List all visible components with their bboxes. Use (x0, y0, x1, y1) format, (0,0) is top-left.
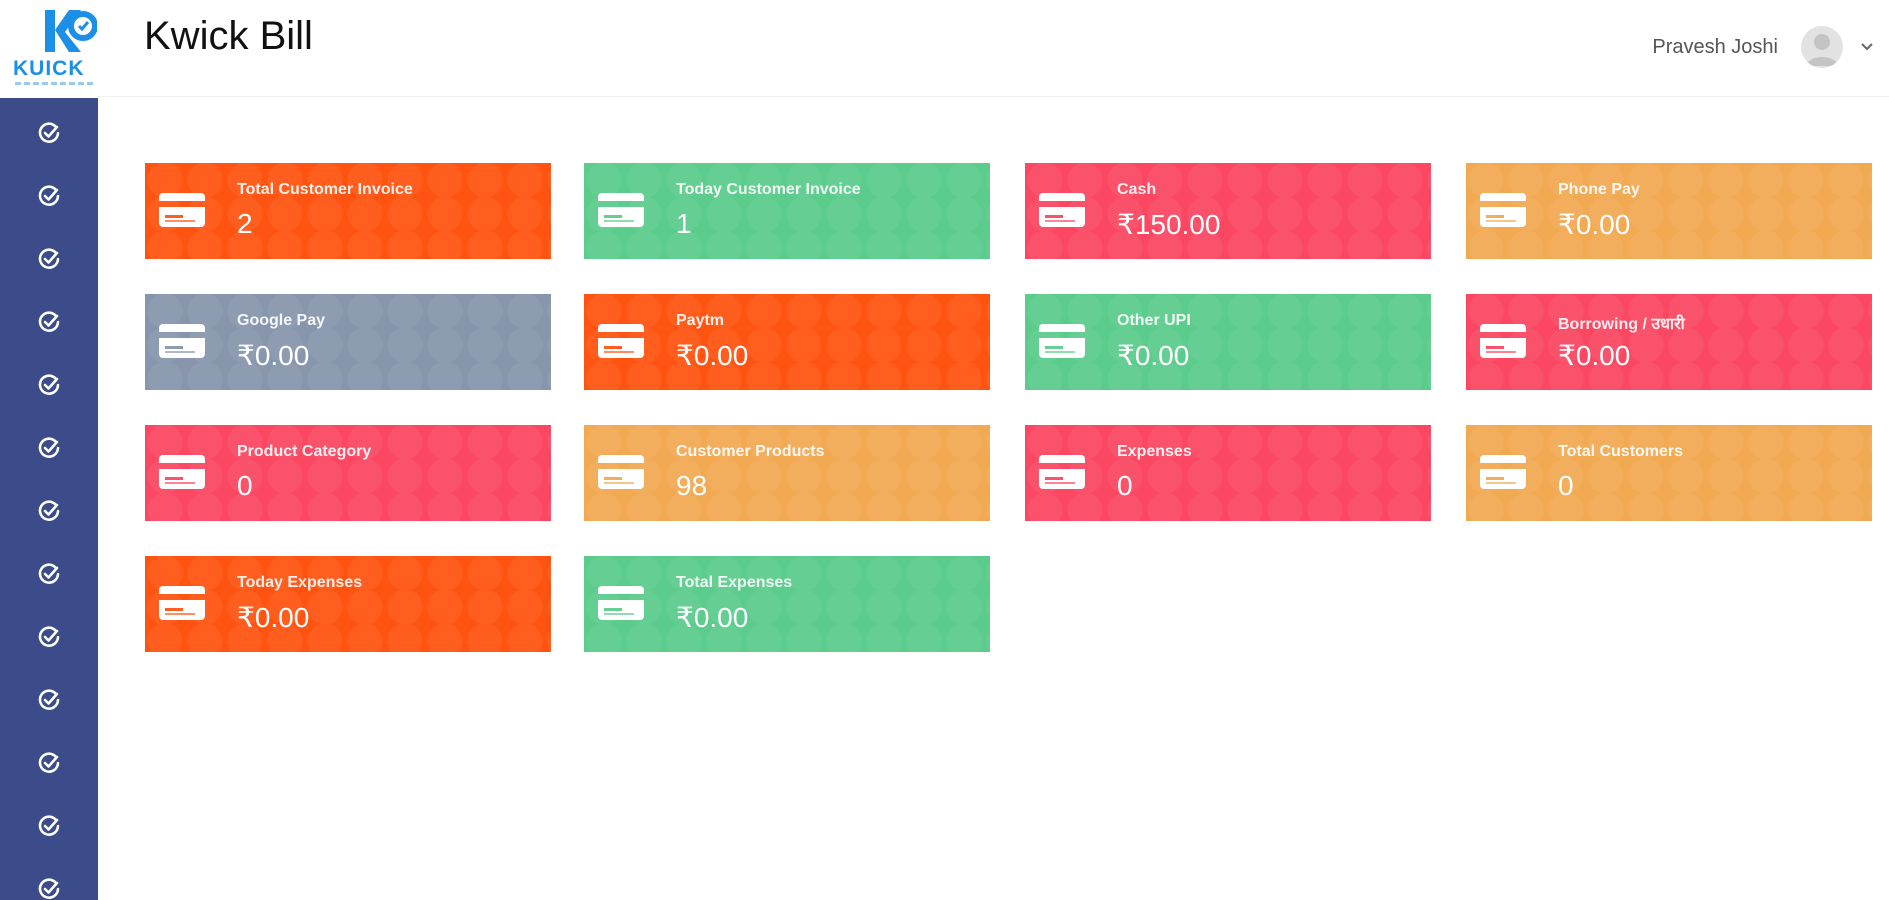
stat-card-label: Google Pay (237, 312, 326, 329)
stat-card[interactable]: Paytm ₹0.00 (584, 294, 990, 390)
sidebar (0, 98, 98, 900)
logo-tagline (15, 82, 93, 85)
stat-card[interactable]: Google Pay ₹0.00 (145, 294, 551, 390)
sidebar-item[interactable] (0, 677, 98, 723)
credit-card-icon (598, 455, 644, 489)
check-circle-icon (38, 563, 60, 584)
stat-card[interactable]: Customer Products 98 (584, 425, 990, 521)
credit-card-icon (159, 324, 205, 358)
stat-card-label: Product Category (237, 443, 372, 460)
stat-card[interactable]: Phone Pay ₹0.00 (1466, 163, 1872, 259)
sidebar-item[interactable] (0, 488, 98, 534)
check-circle-icon (38, 500, 60, 521)
credit-card-icon (1480, 324, 1526, 358)
stat-card[interactable]: Other UPI ₹0.00 (1025, 294, 1431, 390)
credit-card-icon (1039, 193, 1085, 227)
logo-mark-icon (45, 10, 97, 52)
stat-card-value: ₹0.00 (237, 340, 310, 371)
check-circle-icon (38, 248, 60, 269)
check-circle-icon (38, 752, 60, 773)
user-avatar-icon (1806, 34, 1838, 66)
stat-card[interactable]: Product Category 0 (145, 425, 551, 521)
sidebar-item[interactable] (0, 110, 98, 156)
stat-card-value: ₹0.00 (1558, 209, 1631, 240)
stat-card-value: 1 (676, 208, 692, 239)
sidebar-item[interactable] (0, 803, 98, 849)
sidebar-item[interactable] (0, 425, 98, 471)
credit-card-icon (159, 455, 205, 489)
stat-card-label: Today Customer Invoice (676, 181, 861, 198)
check-circle-icon (38, 437, 60, 458)
credit-card-icon (1039, 324, 1085, 358)
stat-card[interactable]: Cash ₹150.00 (1025, 163, 1431, 259)
stat-card-value: 2 (237, 208, 253, 239)
stat-card-value: ₹0.00 (676, 340, 749, 371)
chevron-down-icon[interactable] (1857, 36, 1877, 56)
stat-card-value: ₹0.00 (1558, 340, 1631, 371)
avatar[interactable] (1801, 26, 1843, 68)
stat-card[interactable]: Expenses 0 (1025, 425, 1431, 521)
check-circle-icon (38, 311, 60, 332)
stat-card[interactable]: Borrowing / उधारी ₹0.00 (1466, 294, 1872, 390)
sidebar-item[interactable] (0, 866, 98, 900)
stat-card[interactable]: Total Customer Invoice 2 (145, 163, 551, 259)
credit-card-icon (598, 586, 644, 620)
stat-card-value: 0 (1117, 470, 1133, 501)
stat-card-label: Today Expenses (237, 574, 363, 591)
check-circle-icon (38, 185, 60, 206)
stat-card[interactable]: Today Customer Invoice 1 (584, 163, 990, 259)
header: Kwick Bill Pravesh Joshi (98, 0, 1889, 97)
sidebar-item[interactable] (0, 173, 98, 219)
check-circle-icon (38, 878, 60, 899)
page-title: Kwick Bill (144, 14, 313, 58)
stat-card-label: Paytm (676, 312, 725, 329)
stat-card-value: 98 (676, 470, 708, 501)
check-circle-icon (38, 689, 60, 710)
stat-card-value: ₹150.00 (1117, 209, 1221, 240)
stat-card-label: Total Expenses (676, 574, 793, 591)
sidebar-item[interactable] (0, 299, 98, 345)
stat-card[interactable]: Total Customers 0 (1466, 425, 1872, 521)
stat-card[interactable]: Today Expenses ₹0.00 (145, 556, 551, 652)
stat-card-label: Expenses (1117, 443, 1192, 460)
credit-card-icon (1480, 193, 1526, 227)
credit-card-icon (598, 324, 644, 358)
check-circle-icon (38, 815, 60, 836)
check-circle-icon (38, 374, 60, 395)
stat-card-label: Borrowing / उधारी (1558, 316, 1685, 333)
credit-card-icon (159, 193, 205, 227)
stat-card-label: Other UPI (1117, 312, 1191, 329)
user-name[interactable]: Pravesh Joshi (1652, 36, 1778, 59)
sidebar-item[interactable] (0, 551, 98, 597)
stat-card-value: ₹0.00 (237, 602, 310, 633)
sidebar-item[interactable] (0, 614, 98, 660)
check-circle-icon (38, 122, 60, 143)
sidebar-item[interactable] (0, 236, 98, 282)
stat-card-label: Total Customers (1558, 443, 1684, 460)
stat-card-value: ₹0.00 (676, 602, 749, 633)
stat-card-value: 0 (1558, 470, 1574, 501)
stat-card-value: 0 (237, 470, 253, 501)
logo-text: KUICK (13, 57, 85, 80)
credit-card-icon (159, 586, 205, 620)
stat-card-label: Phone Pay (1558, 181, 1640, 198)
credit-card-icon (598, 193, 644, 227)
stat-card-value: ₹0.00 (1117, 340, 1190, 371)
check-circle-icon (38, 626, 60, 647)
sidebar-item[interactable] (0, 740, 98, 786)
credit-card-icon (1480, 455, 1526, 489)
stat-card-label: Total Customer Invoice (237, 181, 413, 198)
stat-card-label: Cash (1117, 181, 1157, 198)
stat-card-label: Customer Products (676, 443, 825, 460)
sidebar-item[interactable] (0, 362, 98, 408)
credit-card-icon (1039, 455, 1085, 489)
brand-logo[interactable]: KUICK (0, 0, 98, 96)
stat-card[interactable]: Total Expenses ₹0.00 (584, 556, 990, 652)
page: KUICK Kwick Bill Pravesh Joshi Total Cus… (0, 0, 1889, 900)
